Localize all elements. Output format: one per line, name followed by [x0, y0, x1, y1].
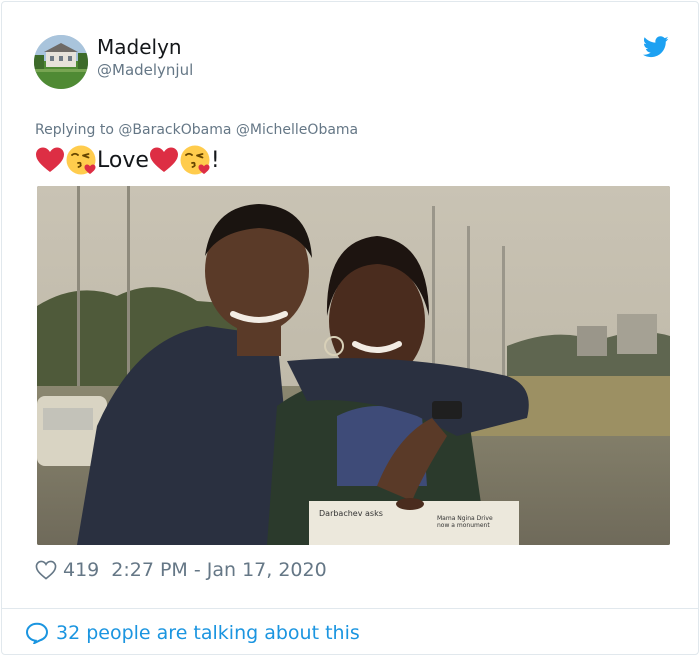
display-name[interactable]: Madelyn: [97, 35, 182, 59]
newspaper-headline-right-2: now a monument: [437, 522, 490, 529]
tweet-text: Love !: [35, 144, 220, 176]
red-heart-emoji: [36, 147, 64, 172]
photo-illustration: Darbachev asks Mama Ngina Drive now a mo…: [37, 186, 670, 545]
tweet-photo[interactable]: Darbachev asks Mama Ngina Drive now a mo…: [37, 186, 670, 545]
tweet-end: !: [210, 147, 220, 173]
like-count[interactable]: 419: [63, 559, 99, 581]
tweet-word: Love: [97, 147, 149, 173]
kiss-face-emoji: [66, 145, 96, 175]
reply-prefix: Replying to: [35, 122, 114, 138]
red-heart-emoji: [149, 147, 178, 172]
conversation-link[interactable]: 32 people are talking about this: [25, 619, 360, 647]
user-handle[interactable]: @Madelynjul: [97, 61, 193, 79]
twitter-bird-icon[interactable]: [643, 36, 669, 58]
mention-michelle[interactable]: @MichelleObama: [236, 122, 358, 138]
newspaper-headline-left: Darbachev asks: [319, 509, 383, 518]
reply-context: Replying to @BarackObama @MichelleObama: [35, 122, 358, 138]
mention-barack[interactable]: @BarackObama: [118, 122, 231, 138]
avatar-image: [34, 35, 88, 89]
heart-outline-icon[interactable]: [35, 560, 57, 580]
newspaper-headline-right-1: Mama Ngina Drive: [437, 515, 493, 522]
kiss-face-emoji: [180, 145, 210, 175]
speech-bubble-icon: [25, 622, 49, 644]
tweet-meta: 419 2:27 PM - Jan 17, 2020: [35, 557, 327, 583]
timestamp[interactable]: 2:27 PM - Jan 17, 2020: [111, 559, 326, 581]
avatar[interactable]: [34, 35, 88, 89]
tweet-card: Madelyn @Madelynjul Replying to @BarackO…: [1, 1, 699, 655]
talking-text: 32 people are talking about this: [56, 622, 360, 644]
divider: [2, 608, 698, 609]
